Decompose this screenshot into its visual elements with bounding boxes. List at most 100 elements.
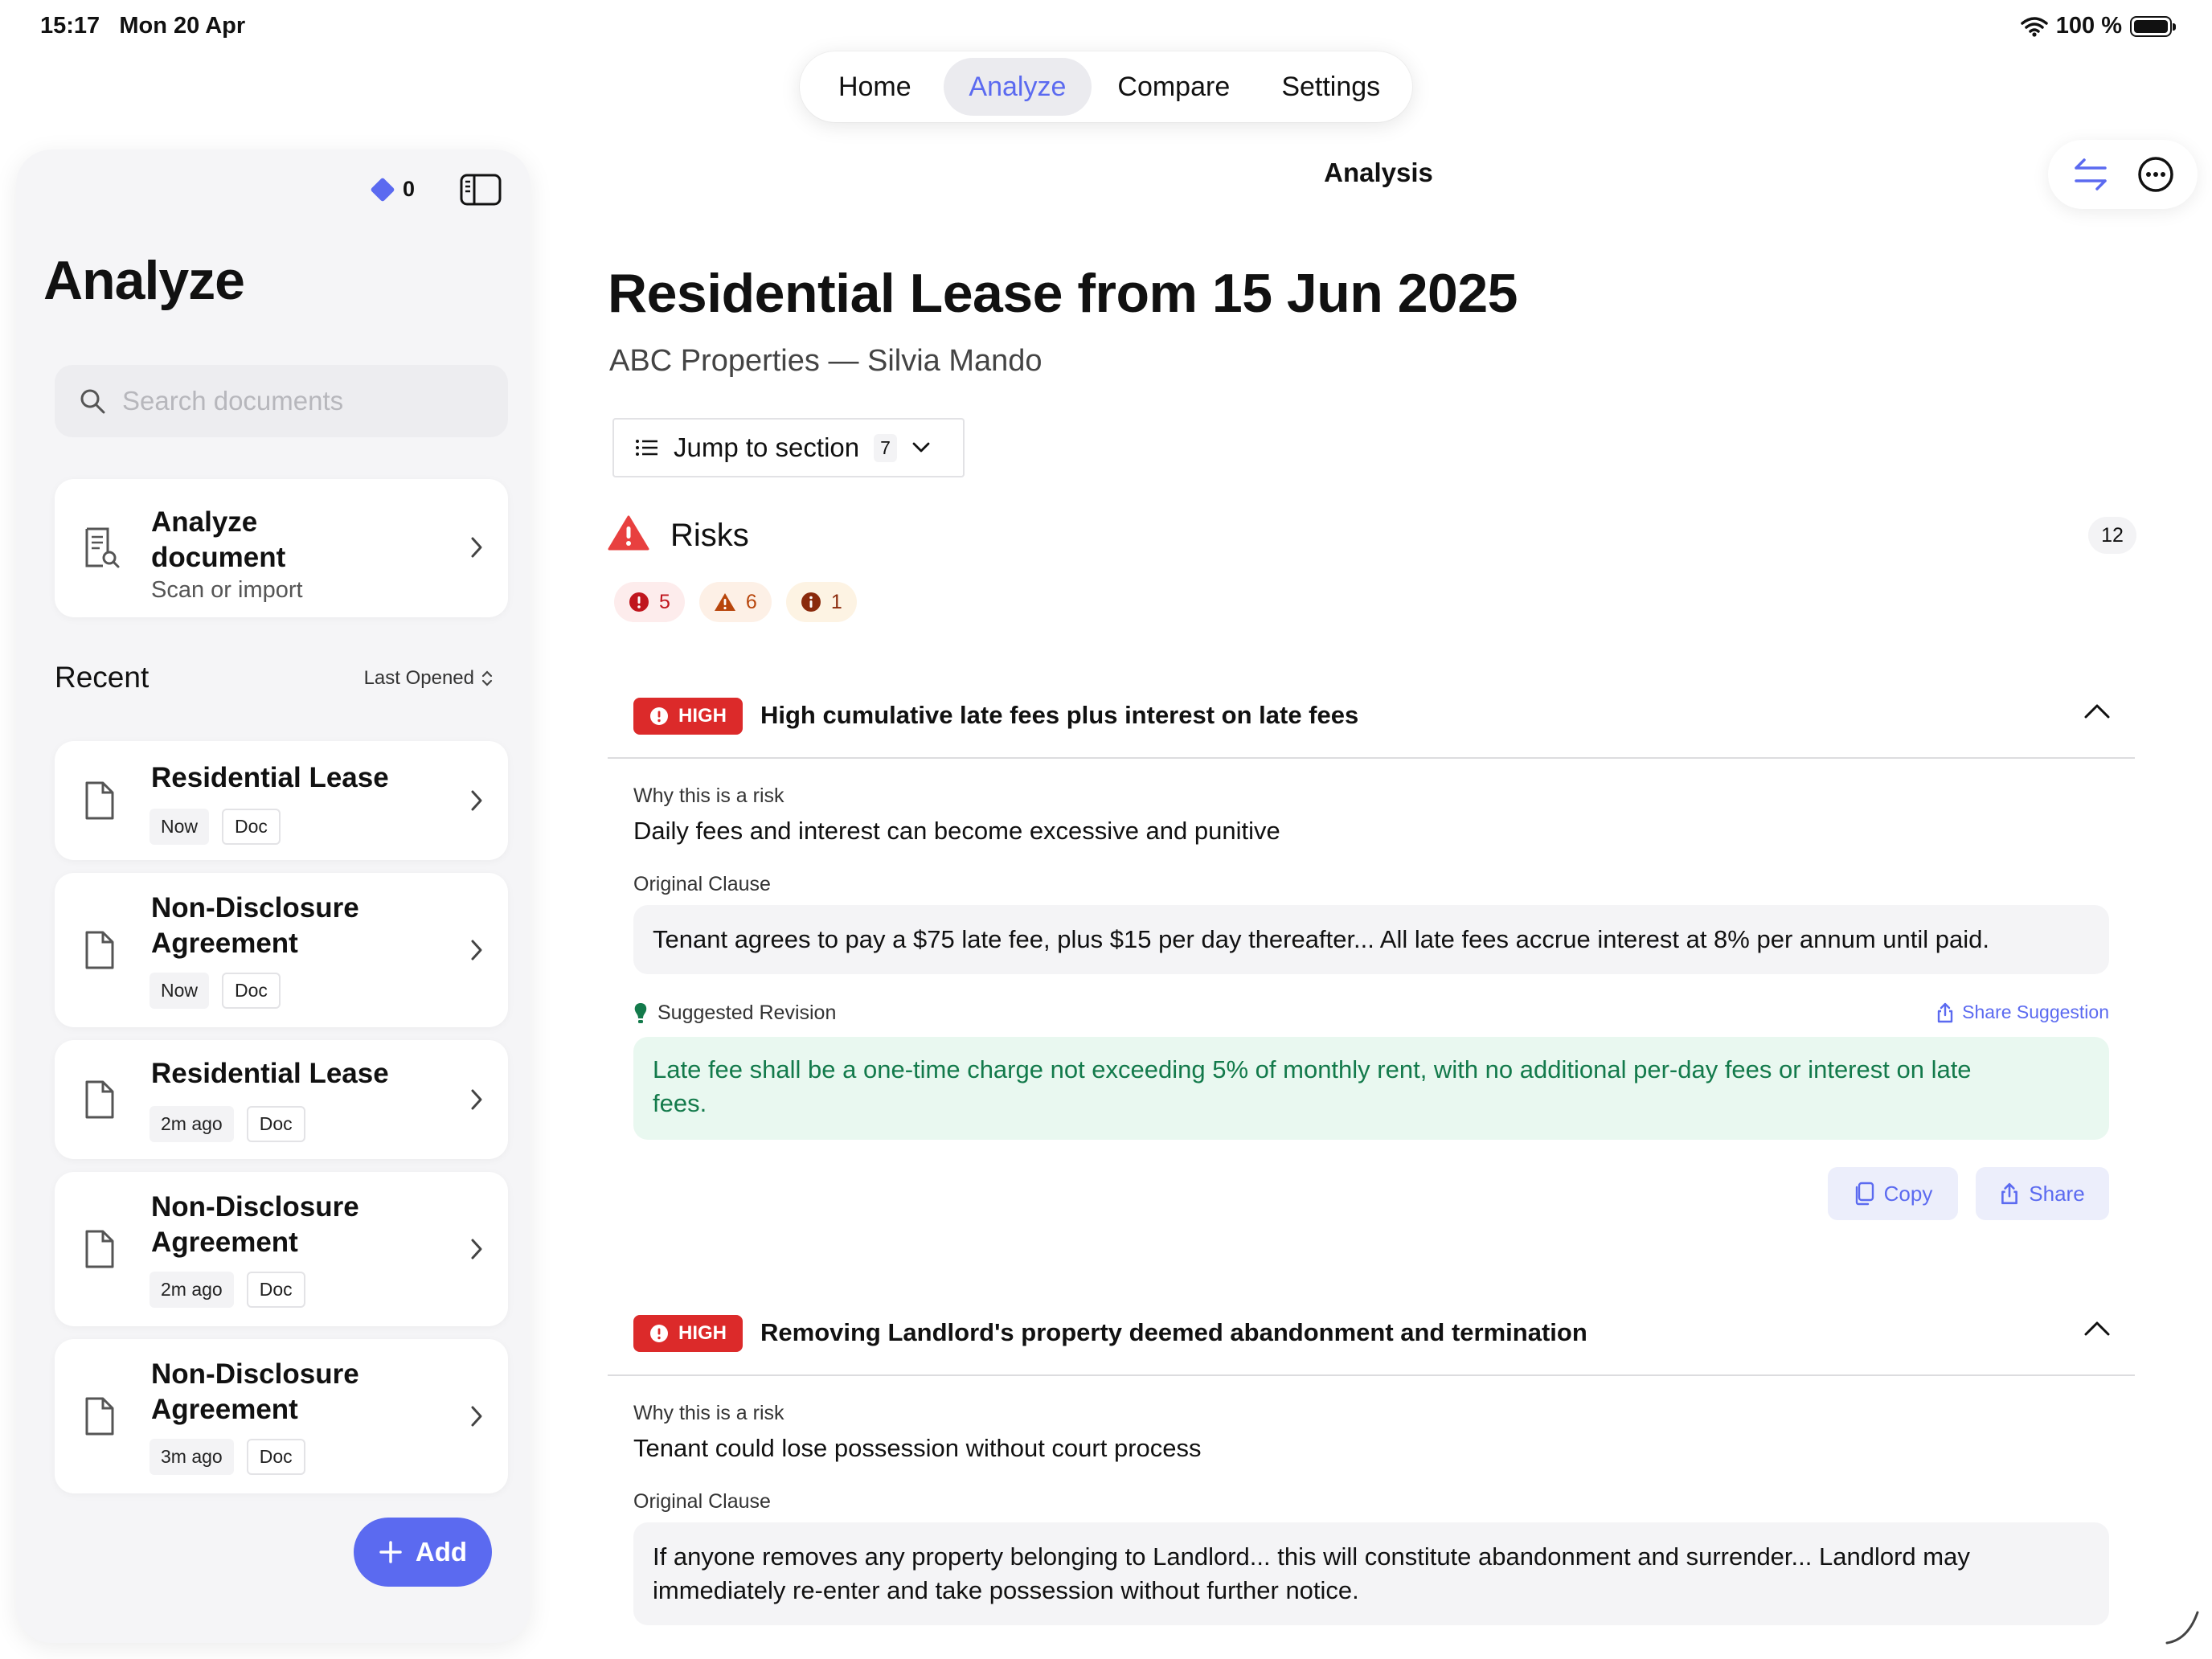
lightbulb-icon <box>634 1002 647 1023</box>
share-suggestion-link[interactable]: Share Suggestion <box>1936 1002 2109 1023</box>
recent-item[interactable]: Non-Disclosure Agreement 3m ago Doc <box>55 1339 508 1493</box>
tab-compare[interactable]: Compare <box>1092 58 1256 116</box>
recent-item-type: Doc <box>246 1439 305 1475</box>
why-text: Daily fees and interest can become exces… <box>633 817 1280 845</box>
jump-to-section-button[interactable]: Jump to section 7 <box>612 418 965 477</box>
status-time: 15:17 Mon 20 Apr <box>40 13 245 39</box>
tab-home[interactable]: Home <box>806 58 944 116</box>
recent-item-chips: 2m ago Doc <box>150 1106 305 1142</box>
recent-item-chips: 2m ago Doc <box>150 1272 305 1308</box>
share-button[interactable]: Share <box>1976 1167 2109 1220</box>
top-tab-bar: Home Analyze Compare Settings <box>800 51 1412 122</box>
risk-title: High cumulative late fees plus interest … <box>760 701 1359 729</box>
recent-item-time: 3m ago <box>150 1439 234 1475</box>
risk-item-header[interactable]: HIGH High cumulative late fees plus inte… <box>608 694 2135 759</box>
recent-item[interactable]: Residential Lease Now Doc <box>55 741 508 860</box>
scroll-indicator-icon <box>2165 1611 2199 1645</box>
document-icon <box>85 1397 114 1436</box>
why-label: Why this is a risk <box>633 1402 784 1424</box>
recent-heading: Recent <box>55 661 150 694</box>
recent-item-time: 2m ago <box>150 1272 234 1308</box>
analyze-document-card[interactable]: Analyze document Scan or import <box>55 479 508 617</box>
recent-item-type: Doc <box>222 809 281 845</box>
chevron-right-icon <box>471 1239 482 1260</box>
recent-item-title: Residential Lease <box>151 762 389 793</box>
sort-label: Last Opened <box>363 667 474 689</box>
battery-percent: 100 % <box>2055 13 2122 39</box>
gem-counter[interactable]: 0 <box>370 176 415 203</box>
chevron-up-icon[interactable] <box>2083 1320 2111 1337</box>
chevron-right-icon <box>471 790 482 811</box>
warning-triangle-icon <box>608 515 649 551</box>
copy-icon <box>1855 1182 1874 1206</box>
recent-item-title: Non-Disclosure Agreement <box>151 892 359 959</box>
share-icon <box>1937 1002 1953 1022</box>
plus-icon <box>379 1541 402 1563</box>
severity-label: HIGH <box>678 705 727 727</box>
document-parties: ABC Properties — Silvia Mando <box>609 344 1043 378</box>
low-severity-pill[interactable]: 1 <box>785 582 857 622</box>
right-toolbar <box>2048 140 2198 209</box>
wifi-icon <box>2021 16 2048 37</box>
tab-analyze[interactable]: Analyze <box>943 58 1092 116</box>
clause-label: Original Clause <box>633 1490 771 1513</box>
chevron-right-icon <box>471 1089 482 1110</box>
tab-settings[interactable]: Settings <box>1256 58 1407 116</box>
why-label: Why this is a risk <box>633 784 784 807</box>
original-clause: If anyone removes any property belonging… <box>633 1522 2109 1625</box>
recent-item-title: Residential Lease <box>151 1058 389 1089</box>
search-input[interactable] <box>122 386 476 416</box>
status-bar: 15:17 Mon 20 Apr 100 % <box>0 0 2212 51</box>
risk-title: Removing Landlord's property deemed aban… <box>760 1318 1587 1346</box>
warning-triangle-icon <box>714 593 735 611</box>
swap-arrows-icon[interactable] <box>2071 154 2110 195</box>
share-icon <box>2001 1182 2018 1205</box>
exclamation-circle-icon <box>650 1325 668 1342</box>
sort-updown-icon <box>481 670 493 686</box>
document-search-icon <box>85 527 120 568</box>
analyze-card-subtitle: Scan or import <box>151 577 303 603</box>
search-box[interactable] <box>55 365 508 437</box>
sidebar-title: Analyze <box>43 250 245 311</box>
chevron-up-icon[interactable] <box>2083 703 2111 720</box>
suggested-revision: Late fee shall be a one-time charge not … <box>633 1037 2109 1140</box>
document-icon <box>85 1080 114 1119</box>
copy-button[interactable]: Copy <box>1828 1167 1958 1220</box>
exclamation-circle-icon <box>629 592 649 612</box>
recent-item[interactable]: Non-Disclosure Agreement 2m ago Doc <box>55 1172 508 1326</box>
more-options-icon[interactable] <box>2136 155 2175 194</box>
chevron-down-icon <box>912 442 930 453</box>
high-count: 5 <box>659 590 670 613</box>
diamond-icon <box>370 176 395 203</box>
copy-label: Copy <box>1883 1181 1933 1206</box>
add-button[interactable]: Add <box>354 1518 492 1587</box>
recent-item-time: 2m ago <box>150 1106 234 1142</box>
nav-title: Analysis <box>1324 158 1433 187</box>
medium-severity-pill[interactable]: 6 <box>698 582 772 622</box>
original-clause: Tenant agrees to pay a $75 late fee, plu… <box>633 905 2109 974</box>
low-count: 1 <box>830 590 842 613</box>
sidebar: 0 Analyze Analyze document Scan or impor… <box>16 150 530 1643</box>
chevron-right-icon <box>471 1406 482 1427</box>
share-label: Share <box>2029 1181 2085 1206</box>
document-icon <box>85 931 114 969</box>
risks-total-badge: 12 <box>2088 517 2136 554</box>
chevron-right-icon <box>471 537 482 558</box>
why-text: Tenant could lose possession without cou… <box>633 1434 1202 1462</box>
high-severity-pill[interactable]: 5 <box>614 582 685 622</box>
risk-item-header[interactable]: HIGH Removing Landlord's property deemed… <box>608 1312 2135 1376</box>
sidebar-toggle-icon[interactable] <box>460 174 502 206</box>
jump-label: Jump to section <box>674 432 860 462</box>
suggested-revision-text: Late fee shall be a one-time charge not … <box>653 1055 1972 1117</box>
sort-button[interactable]: Last Opened <box>364 667 494 690</box>
clause-label: Original Clause <box>633 873 771 895</box>
section-count: 7 <box>874 433 897 462</box>
severity-badge: HIGH <box>633 1315 743 1352</box>
battery-icon <box>2130 15 2176 37</box>
recent-item[interactable]: Residential Lease 2m ago Doc <box>55 1040 508 1159</box>
recent-item-type: Doc <box>222 973 281 1009</box>
recent-item[interactable]: Non-Disclosure Agreement Now Doc <box>55 873 508 1027</box>
list-icon <box>636 440 657 456</box>
recent-item-time: Now <box>150 973 210 1009</box>
status-time-value: 15:17 <box>40 13 100 39</box>
